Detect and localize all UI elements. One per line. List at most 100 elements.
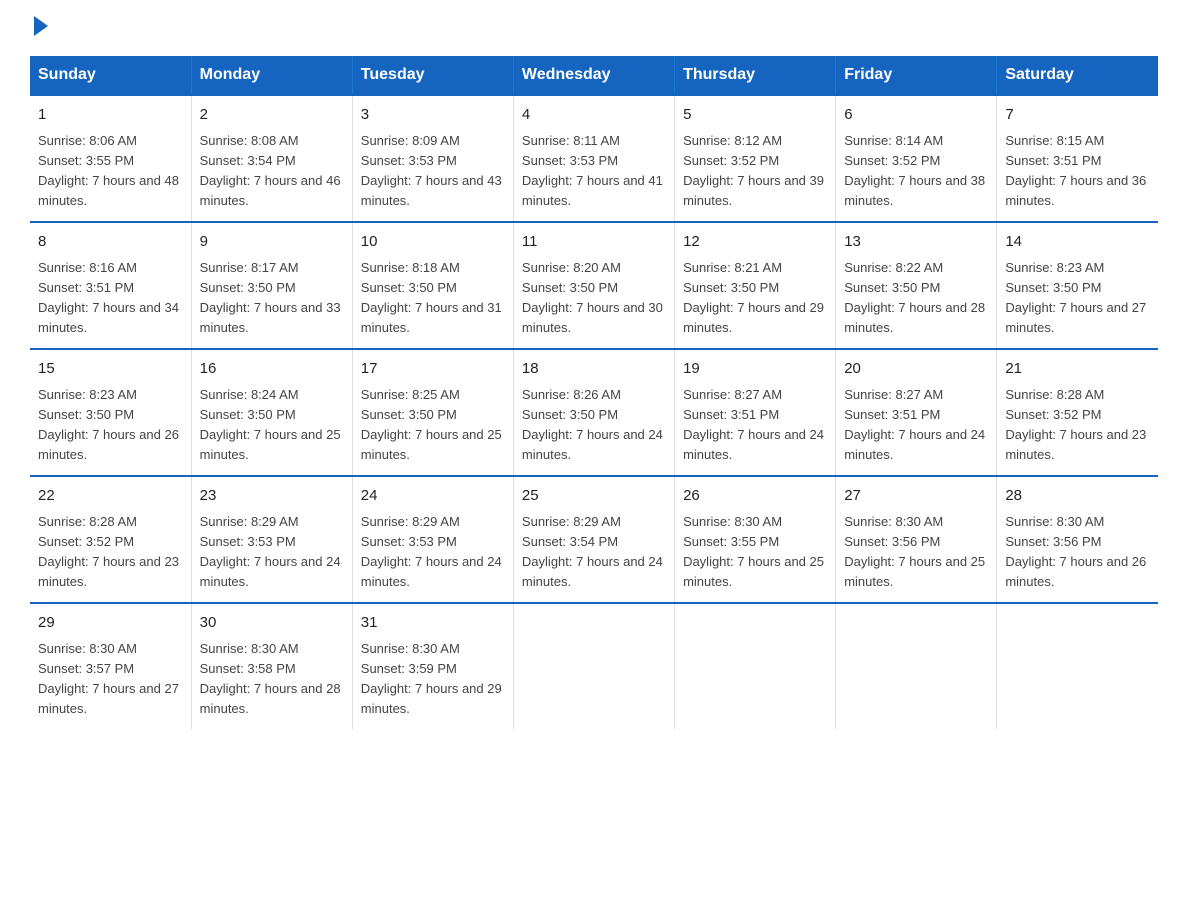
day-number: 25 — [522, 485, 666, 508]
day-info: Sunrise: 8:12 AMSunset: 3:52 PMDaylight:… — [683, 131, 827, 212]
weekday-header-friday: Friday — [836, 56, 997, 95]
table-row: 6 Sunrise: 8:14 AMSunset: 3:52 PMDaylight… — [836, 95, 997, 222]
table-row: 18 Sunrise: 8:26 AMSunset: 3:50 PMDayligh… — [513, 349, 674, 476]
table-row: 22 Sunrise: 8:28 AMSunset: 3:52 PMDayligh… — [30, 476, 191, 603]
calendar-header: SundayMondayTuesdayWednesdayThursdayFrid… — [30, 56, 1158, 95]
day-number: 22 — [38, 485, 183, 508]
day-info: Sunrise: 8:15 AMSunset: 3:51 PMDaylight:… — [1005, 131, 1150, 212]
day-number: 23 — [200, 485, 344, 508]
table-row: 25 Sunrise: 8:29 AMSunset: 3:54 PMDayligh… — [513, 476, 674, 603]
calendar-week-4: 22 Sunrise: 8:28 AMSunset: 3:52 PMDayligh… — [30, 476, 1158, 603]
page-header — [30, 20, 1158, 36]
calendar-week-5: 29 Sunrise: 8:30 AMSunset: 3:57 PMDayligh… — [30, 603, 1158, 729]
table-row: 16 Sunrise: 8:24 AMSunset: 3:50 PMDayligh… — [191, 349, 352, 476]
day-number: 14 — [1005, 231, 1150, 254]
table-row: 5 Sunrise: 8:12 AMSunset: 3:52 PMDaylight… — [675, 95, 836, 222]
table-row: 12 Sunrise: 8:21 AMSunset: 3:50 PMDayligh… — [675, 222, 836, 349]
day-info: Sunrise: 8:16 AMSunset: 3:51 PMDaylight:… — [38, 258, 183, 339]
table-row — [513, 603, 674, 729]
day-info: Sunrise: 8:14 AMSunset: 3:52 PMDaylight:… — [844, 131, 988, 212]
calendar-week-1: 1Sunrise: 8:06 AMSunset: 3:55 PMDaylight… — [30, 95, 1158, 222]
day-info: Sunrise: 8:18 AMSunset: 3:50 PMDaylight:… — [361, 258, 505, 339]
table-row: 14Sunrise: 8:23 AMSunset: 3:50 PMDayligh… — [997, 222, 1158, 349]
day-info: Sunrise: 8:30 AMSunset: 3:57 PMDaylight:… — [38, 639, 183, 720]
logo-text — [30, 20, 48, 36]
day-info: Sunrise: 8:29 AMSunset: 3:53 PMDaylight:… — [361, 512, 505, 593]
calendar-week-2: 8 Sunrise: 8:16 AMSunset: 3:51 PMDaylight… — [30, 222, 1158, 349]
day-number: 29 — [38, 612, 183, 635]
weekday-header-thursday: Thursday — [675, 56, 836, 95]
day-info: Sunrise: 8:09 AMSunset: 3:53 PMDaylight:… — [361, 131, 505, 212]
day-number: 20 — [844, 358, 988, 381]
day-info: Sunrise: 8:29 AMSunset: 3:53 PMDaylight:… — [200, 512, 344, 593]
calendar-week-3: 15 Sunrise: 8:23 AMSunset: 3:50 PMDayligh… — [30, 349, 1158, 476]
day-number: 6 — [844, 104, 988, 127]
logo — [30, 20, 48, 36]
day-number: 30 — [200, 612, 344, 635]
day-info: Sunrise: 8:21 AMSunset: 3:50 PMDaylight:… — [683, 258, 827, 339]
day-info: Sunrise: 8:30 AMSunset: 3:59 PMDaylight:… — [361, 639, 505, 720]
day-info: Sunrise: 8:17 AMSunset: 3:50 PMDaylight:… — [200, 258, 344, 339]
table-row: 31 Sunrise: 8:30 AMSunset: 3:59 PMDayligh… — [352, 603, 513, 729]
table-row: 29 Sunrise: 8:30 AMSunset: 3:57 PMDayligh… — [30, 603, 191, 729]
day-number: 16 — [200, 358, 344, 381]
day-number: 5 — [683, 104, 827, 127]
table-row: 2 Sunrise: 8:08 AMSunset: 3:54 PMDaylight… — [191, 95, 352, 222]
table-row: 28 Sunrise: 8:30 AMSunset: 3:56 PMDayligh… — [997, 476, 1158, 603]
table-row: 15 Sunrise: 8:23 AMSunset: 3:50 PMDayligh… — [30, 349, 191, 476]
day-number: 9 — [200, 231, 344, 254]
weekday-header-sunday: Sunday — [30, 56, 191, 95]
day-info: Sunrise: 8:30 AMSunset: 3:56 PMDaylight:… — [1005, 512, 1150, 593]
day-number: 31 — [361, 612, 505, 635]
day-number: 24 — [361, 485, 505, 508]
day-number: 10 — [361, 231, 505, 254]
day-info: Sunrise: 8:27 AMSunset: 3:51 PMDaylight:… — [844, 385, 988, 466]
table-row: 13Sunrise: 8:22 AMSunset: 3:50 PMDayligh… — [836, 222, 997, 349]
day-number: 17 — [361, 358, 505, 381]
table-row: 10 Sunrise: 8:18 AMSunset: 3:50 PMDayligh… — [352, 222, 513, 349]
table-row: 26Sunrise: 8:30 AMSunset: 3:55 PMDayligh… — [675, 476, 836, 603]
day-info: Sunrise: 8:26 AMSunset: 3:50 PMDaylight:… — [522, 385, 666, 466]
day-number: 12 — [683, 231, 827, 254]
day-info: Sunrise: 8:20 AMSunset: 3:50 PMDaylight:… — [522, 258, 666, 339]
table-row — [997, 603, 1158, 729]
day-number: 13 — [844, 231, 988, 254]
table-row: 8 Sunrise: 8:16 AMSunset: 3:51 PMDaylight… — [30, 222, 191, 349]
day-number: 18 — [522, 358, 666, 381]
weekday-header-tuesday: Tuesday — [352, 56, 513, 95]
day-info: Sunrise: 8:11 AMSunset: 3:53 PMDaylight:… — [522, 131, 666, 212]
day-number: 1 — [38, 104, 183, 127]
table-row — [836, 603, 997, 729]
day-info: Sunrise: 8:29 AMSunset: 3:54 PMDaylight:… — [522, 512, 666, 593]
table-row — [675, 603, 836, 729]
day-number: 11 — [522, 231, 666, 254]
table-row: 3 Sunrise: 8:09 AMSunset: 3:53 PMDaylight… — [352, 95, 513, 222]
weekday-row: SundayMondayTuesdayWednesdayThursdayFrid… — [30, 56, 1158, 95]
day-number: 19 — [683, 358, 827, 381]
day-info: Sunrise: 8:28 AMSunset: 3:52 PMDaylight:… — [38, 512, 183, 593]
day-info: Sunrise: 8:23 AMSunset: 3:50 PMDaylight:… — [38, 385, 183, 466]
day-number: 3 — [361, 104, 505, 127]
day-number: 8 — [38, 231, 183, 254]
table-row: 1Sunrise: 8:06 AMSunset: 3:55 PMDaylight… — [30, 95, 191, 222]
table-row: 21 Sunrise: 8:28 AMSunset: 3:52 PMDayligh… — [997, 349, 1158, 476]
day-info: Sunrise: 8:08 AMSunset: 3:54 PMDaylight:… — [200, 131, 344, 212]
weekday-header-wednesday: Wednesday — [513, 56, 674, 95]
day-number: 7 — [1005, 104, 1150, 127]
day-info: Sunrise: 8:25 AMSunset: 3:50 PMDaylight:… — [361, 385, 505, 466]
day-number: 15 — [38, 358, 183, 381]
day-number: 4 — [522, 104, 666, 127]
day-info: Sunrise: 8:24 AMSunset: 3:50 PMDaylight:… — [200, 385, 344, 466]
calendar-table: SundayMondayTuesdayWednesdayThursdayFrid… — [30, 56, 1158, 729]
table-row: 24 Sunrise: 8:29 AMSunset: 3:53 PMDayligh… — [352, 476, 513, 603]
weekday-header-monday: Monday — [191, 56, 352, 95]
day-number: 2 — [200, 104, 344, 127]
day-info: Sunrise: 8:28 AMSunset: 3:52 PMDaylight:… — [1005, 385, 1150, 466]
table-row: 30Sunrise: 8:30 AMSunset: 3:58 PMDayligh… — [191, 603, 352, 729]
table-row: 20 Sunrise: 8:27 AMSunset: 3:51 PMDayligh… — [836, 349, 997, 476]
day-number: 28 — [1005, 485, 1150, 508]
day-number: 21 — [1005, 358, 1150, 381]
table-row: 7 Sunrise: 8:15 AMSunset: 3:51 PMDaylight… — [997, 95, 1158, 222]
calendar-body: 1Sunrise: 8:06 AMSunset: 3:55 PMDaylight… — [30, 95, 1158, 729]
day-info: Sunrise: 8:30 AMSunset: 3:55 PMDaylight:… — [683, 512, 827, 593]
